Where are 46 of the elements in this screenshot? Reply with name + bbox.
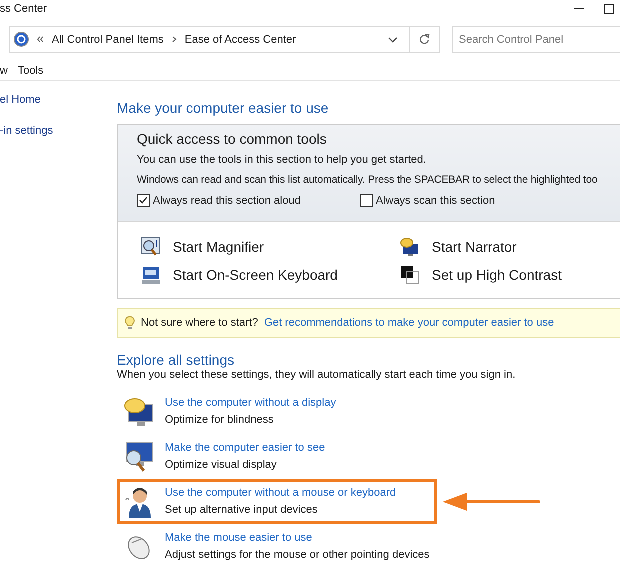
maximize-icon[interactable] — [604, 4, 614, 14]
high-contrast-icon — [400, 265, 420, 285]
dropdown-chevron-icon[interactable] — [388, 36, 398, 42]
control-panel-icon — [14, 32, 29, 47]
address-bar[interactable]: All Control Panel Items Ease of Access Center — [9, 26, 440, 53]
sidebar-link[interactable]: -in settings — [0, 125, 117, 137]
checkbox[interactable]: Always scan this section — [360, 194, 496, 207]
breadcrumb[interactable]: Ease of Access Center — [184, 34, 296, 46]
setting-link[interactable]: Use the computer without a mouse or keyboard — [165, 487, 396, 499]
refresh-icon[interactable] — [419, 34, 430, 45]
tool-link[interactable]: Start On-Screen Keyboard — [173, 267, 338, 283]
menu-item[interactable]: Tools — [18, 64, 44, 76]
search-field[interactable]: Search Control Panel — [452, 26, 620, 53]
keyboard-monitor-icon — [141, 265, 161, 285]
section-title: Quick access to common tools — [137, 131, 328, 147]
person-headset-icon — [124, 486, 154, 518]
menu-item[interactable]: w — [0, 64, 8, 76]
tool-link[interactable]: Set up High Contrast — [432, 267, 562, 283]
setting-description: Adjust settings for the mouse or other pointing devices — [165, 549, 430, 561]
minimize-icon[interactable] — [574, 8, 584, 10]
page-heading: Make your computer easier to use — [117, 100, 330, 116]
section-description: When you select these settings, they will automatically start each time you sign in. — [117, 369, 517, 381]
section-text: Windows can read and scan this list automatically. Press the SPACEBAR to select the highlighted too — [137, 174, 599, 186]
speech-monitor-icon — [400, 237, 420, 257]
tip-text: Not sure where to start? — [141, 317, 258, 329]
section-heading: Explore all settings — [117, 352, 236, 368]
breadcrumb[interactable]: All Control Panel Items — [52, 34, 164, 46]
chevron-right-icon — [172, 36, 177, 43]
speech-monitor-icon — [123, 396, 155, 426]
check-icon — [139, 196, 148, 205]
checkbox[interactable]: Always read this section aloud — [137, 194, 301, 207]
setting-description: Optimize visual display — [165, 459, 278, 471]
setting-link[interactable]: Make the mouse easier to use — [165, 532, 430, 544]
setting-description: Optimize for blindness — [165, 414, 275, 426]
lightbulb-icon — [125, 316, 135, 330]
sidebar-link[interactable]: el Home — [0, 94, 117, 106]
setting-description: Set up alternative input devices — [165, 504, 319, 516]
magnifier-icon — [141, 237, 161, 257]
setting-link[interactable]: Use the computer without a display — [165, 397, 336, 409]
section-text: You can use the tools in this section to help you get started. — [137, 154, 428, 166]
recommendations-link[interactable]: Get recommendations to make your computer easier to use — [264, 317, 554, 329]
window-title: ss Center — [0, 3, 48, 15]
double-chevron-icon — [37, 36, 44, 43]
tool-link[interactable]: Start Magnifier — [173, 239, 264, 255]
tool-link[interactable]: Start Narrator — [432, 239, 517, 255]
setting-link[interactable]: Make the computer easier to see — [165, 442, 326, 454]
